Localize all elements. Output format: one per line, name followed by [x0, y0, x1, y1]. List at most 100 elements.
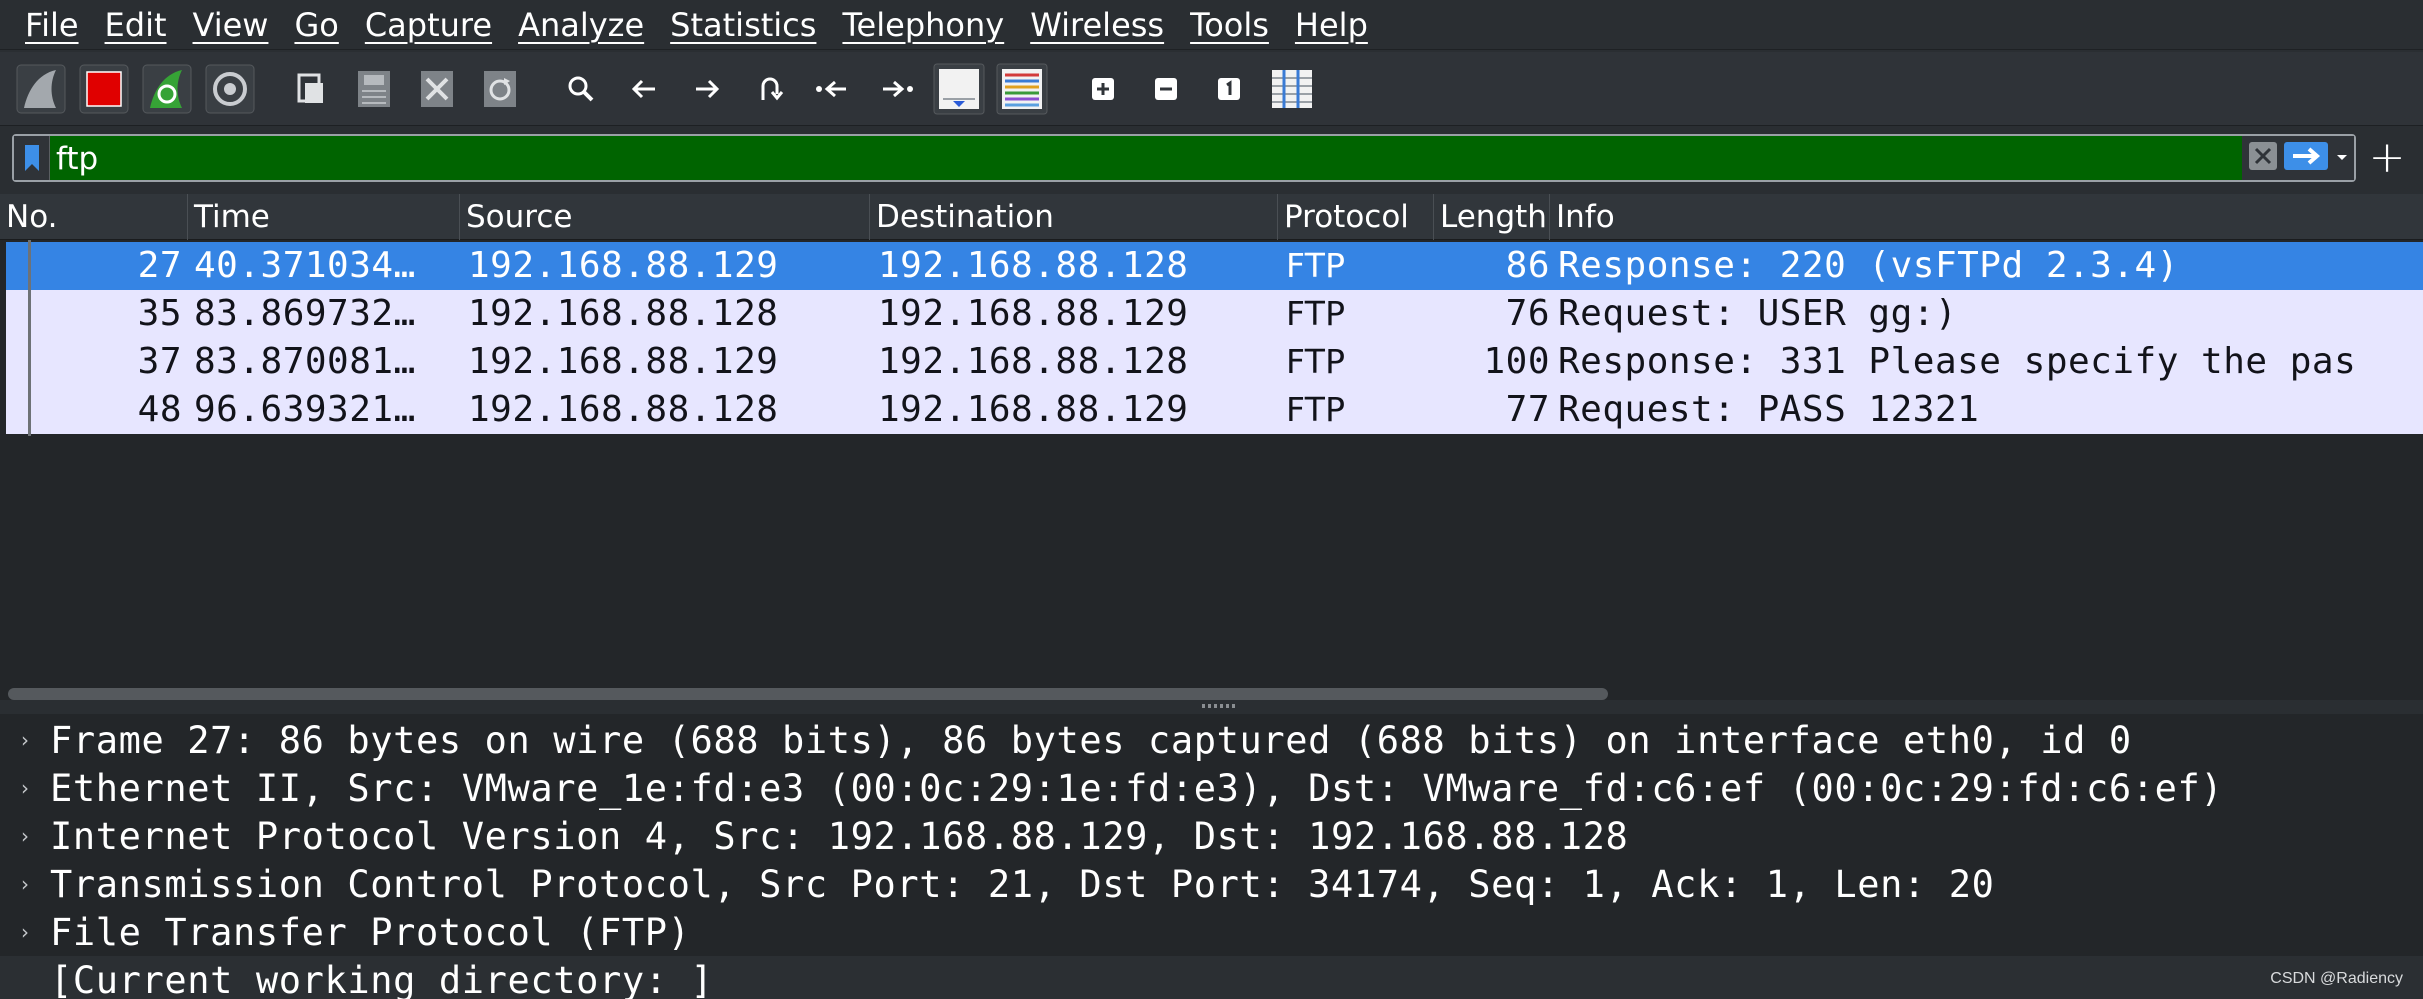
packet-info: Request: USER gg:) — [1558, 293, 1958, 334]
go-back-icon[interactable] — [617, 62, 671, 116]
packet-no: 35 — [137, 293, 182, 334]
packet-length: 100 — [1483, 341, 1550, 382]
display-filter-bar — [12, 134, 2356, 182]
detail-row-ip[interactable]: › Internet Protocol Version 4, Src: 192.… — [0, 812, 2423, 860]
column-destination[interactable]: Destination — [870, 194, 1278, 240]
detail-row-ethernet[interactable]: › Ethernet II, Src: VMware_1e:fd:e3 (00:… — [0, 764, 2423, 812]
go-to-packet-icon[interactable] — [743, 62, 797, 116]
packet-list: No. Time Source Destination Protocol Len… — [0, 194, 2423, 700]
reload-file-icon[interactable] — [473, 62, 527, 116]
filter-actions — [2242, 136, 2354, 180]
expand-arrow-icon[interactable]: › — [0, 824, 50, 848]
packet-source: 192.168.88.128 — [468, 389, 779, 430]
watermark: CSDN @Radiency — [2270, 970, 2403, 987]
menu-statistics[interactable]: Statistics — [657, 0, 829, 50]
packet-row[interactable]: 27 40.371034… 192.168.88.129 192.168.88.… — [6, 242, 2423, 290]
packet-destination: 192.168.88.128 — [878, 245, 1189, 286]
pane-splitter[interactable] — [0, 700, 2423, 714]
menu-go[interactable]: Go — [281, 0, 351, 50]
detail-text: Transmission Control Protocol, Src Port:… — [50, 862, 1995, 906]
column-no[interactable]: No. — [0, 194, 188, 240]
packet-length: 86 — [1505, 245, 1550, 286]
detail-text: File Transfer Protocol (FTP) — [50, 910, 691, 954]
start-capture-icon[interactable] — [14, 62, 68, 116]
packet-time: 40.371034… — [194, 245, 416, 286]
detail-row-ftp[interactable]: › File Transfer Protocol (FTP) — [0, 908, 2423, 956]
menu-file[interactable]: File — [12, 0, 92, 50]
colorize-icon[interactable] — [995, 62, 1049, 116]
menu-tools[interactable]: Tools — [1177, 0, 1282, 50]
menu-wireless[interactable]: Wireless — [1017, 0, 1177, 50]
packet-details: › Frame 27: 86 bytes on wire (688 bits),… — [0, 714, 2423, 999]
menu-telephony[interactable]: Telephony — [829, 0, 1017, 50]
packet-no: 37 — [137, 341, 182, 382]
packet-info: Response: 331 Please specify the pas — [1558, 341, 2357, 382]
packet-protocol: FTP — [1286, 342, 1346, 381]
menu-bar: File Edit View Go Capture Analyze Statis… — [0, 0, 2423, 50]
horizontal-scrollbar[interactable] — [8, 688, 1608, 700]
filter-dropdown-icon[interactable] — [2335, 149, 2349, 168]
packet-length: 77 — [1505, 389, 1550, 430]
packet-no: 27 — [137, 245, 182, 286]
packet-time: 83.869732… — [194, 293, 416, 334]
packet-protocol: FTP — [1286, 246, 1346, 285]
detail-text: Frame 27: 86 bytes on wire (688 bits), 8… — [50, 718, 2132, 762]
packet-source: 192.168.88.129 — [468, 245, 779, 286]
menu-edit[interactable]: Edit — [92, 0, 180, 50]
packet-protocol: FTP — [1286, 294, 1346, 333]
clear-filter-icon[interactable] — [2248, 141, 2278, 175]
packet-info: Response: 220 (vsFTPd 2.3.4) — [1558, 245, 2179, 286]
menu-analyze[interactable]: Analyze — [505, 0, 657, 50]
menu-capture[interactable]: Capture — [352, 0, 505, 50]
packet-source: 192.168.88.129 — [468, 341, 779, 382]
save-file-icon[interactable] — [347, 62, 401, 116]
first-packet-icon[interactable] — [806, 62, 860, 116]
packet-destination: 192.168.88.129 — [878, 389, 1189, 430]
splitter-grip-icon[interactable] — [1202, 704, 1238, 708]
packet-destination: 192.168.88.128 — [878, 341, 1189, 382]
packet-time: 83.870081… — [194, 341, 416, 382]
capture-options-icon[interactable] — [203, 62, 257, 116]
menu-help[interactable]: Help — [1282, 0, 1381, 50]
column-info[interactable]: Info — [1550, 194, 2423, 240]
add-filter-button[interactable]: + — [2364, 136, 2410, 182]
conversation-line — [28, 240, 31, 436]
packet-destination: 192.168.88.129 — [878, 293, 1189, 334]
normal-size-icon[interactable] — [1202, 62, 1256, 116]
packet-no: 48 — [137, 389, 182, 430]
detail-text: [Current working directory: ] — [50, 958, 714, 999]
bookmark-icon[interactable] — [14, 136, 50, 180]
detail-row-cwd[interactable]: [Current working directory: ] — [0, 956, 2423, 999]
expand-arrow-icon[interactable]: › — [0, 872, 50, 896]
expand-arrow-icon[interactable]: › — [0, 920, 50, 944]
apply-filter-icon[interactable] — [2283, 141, 2329, 175]
detail-text: Internet Protocol Version 4, Src: 192.16… — [50, 814, 1629, 858]
packet-row[interactable]: 48 96.639321… 192.168.88.128 192.168.88.… — [6, 386, 2423, 434]
resize-columns-icon[interactable] — [1265, 62, 1319, 116]
packet-row[interactable]: 37 83.870081… 192.168.88.129 192.168.88.… — [6, 338, 2423, 386]
open-file-icon[interactable] — [284, 62, 338, 116]
packet-row[interactable]: 35 83.869732… 192.168.88.128 192.168.88.… — [6, 290, 2423, 338]
stop-capture-icon[interactable] — [77, 62, 131, 116]
packet-info: Request: PASS 12321 — [1558, 389, 1980, 430]
detail-row-tcp[interactable]: › Transmission Control Protocol, Src Por… — [0, 860, 2423, 908]
column-length[interactable]: Length — [1434, 194, 1550, 240]
column-time[interactable]: Time — [188, 194, 460, 240]
restart-capture-icon[interactable] — [140, 62, 194, 116]
expand-arrow-icon[interactable]: › — [0, 728, 50, 752]
close-file-icon[interactable] — [410, 62, 464, 116]
detail-row-frame[interactable]: › Frame 27: 86 bytes on wire (688 bits),… — [0, 716, 2423, 764]
expand-arrow-icon[interactable]: › — [0, 776, 50, 800]
column-source[interactable]: Source — [460, 194, 870, 240]
find-packet-icon[interactable] — [554, 62, 608, 116]
packet-length: 76 — [1505, 293, 1550, 334]
go-forward-icon[interactable] — [680, 62, 734, 116]
packet-list-header: No. Time Source Destination Protocol Len… — [0, 194, 2423, 240]
menu-view[interactable]: View — [180, 0, 282, 50]
autoscroll-icon[interactable] — [932, 62, 986, 116]
display-filter-input[interactable] — [56, 136, 2226, 180]
column-protocol[interactable]: Protocol — [1278, 194, 1434, 240]
last-packet-icon[interactable] — [869, 62, 923, 116]
zoom-in-icon[interactable] — [1076, 62, 1130, 116]
zoom-out-icon[interactable] — [1139, 62, 1193, 116]
